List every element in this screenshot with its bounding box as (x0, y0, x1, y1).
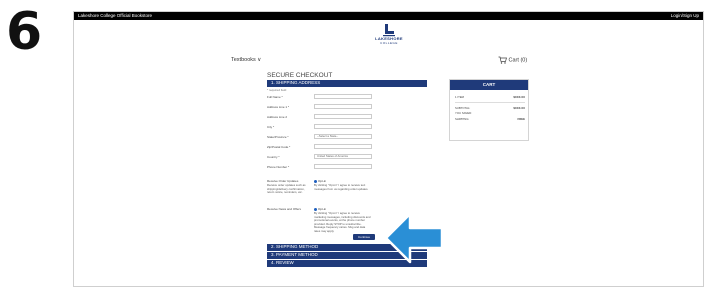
cart-row-items: 1 ITEM $XXX.XX (455, 95, 525, 99)
login-link[interactable]: Login/Sign Up (671, 12, 699, 20)
college-logo[interactable]: LAKESHORE COLLEGE (369, 23, 409, 45)
browser-frame: Lakeshore College Official Bookstore Log… (73, 11, 704, 287)
cart-row-saved: YOU SAVED: (455, 111, 525, 115)
store-name[interactable]: Lakeshore College Official Bookstore (78, 12, 152, 20)
section-shipping-address[interactable]: 1. SHIPPING ADDRESS (267, 80, 427, 87)
logo-sub: COLLEGE (380, 40, 398, 45)
cart-row-label: SUBTOTAL: (455, 106, 471, 110)
continue-button[interactable]: Continue (353, 234, 375, 240)
required-note: * required field (267, 88, 287, 92)
address-line-1-input[interactable] (314, 104, 372, 109)
order-updates-desc: By clicking "Opt-in" I agree to receive … (314, 183, 369, 191)
full-name-input[interactable] (314, 94, 372, 99)
field-label-address-1: Address Line 1 * (267, 105, 290, 109)
cart-title: CART (450, 80, 528, 90)
field-label-state: State/Province * (267, 135, 289, 139)
cart-divider (455, 102, 525, 103)
field-label-phone: Phone Number * (267, 165, 290, 169)
cart-row-label: SHIPPING: (455, 117, 470, 121)
field-label-full-name: Full Name * (267, 95, 283, 99)
country-select[interactable]: United States of America (314, 154, 372, 159)
cart-link-label: Cart (0) (508, 57, 528, 64)
phone-input[interactable] (314, 164, 372, 169)
state-select[interactable]: --Select a State-- (314, 134, 372, 139)
order-updates-side-desc: Receive order updates such as shipping/d… (267, 183, 306, 195)
step-number: 6 (6, 2, 43, 62)
city-input[interactable] (314, 124, 372, 129)
zip-input[interactable] (314, 144, 372, 149)
cart-row-subtotal: SUBTOTAL: $XXX.XX (455, 106, 525, 110)
cart-icon (498, 56, 507, 64)
cart-row-value: FREE (517, 117, 525, 121)
cart-row-shipping: SHIPPING: FREE (455, 117, 525, 121)
field-label-zip: Zip/Postal Code * (267, 145, 291, 149)
news-offers-desc: By clicking "Opt-in" I agree to receive … (314, 211, 371, 233)
cart-row-label: YOU SAVED: (455, 111, 472, 115)
field-label-city: City * (267, 125, 275, 129)
address-line-2-input[interactable] (314, 114, 372, 119)
top-bar: Lakeshore College Official Bookstore Log… (74, 12, 703, 20)
field-label-address-2: Address Line 2 (267, 115, 288, 119)
news-offers-label: Receive News and Offers (267, 207, 301, 211)
cart-row-value: $XXX.XX (513, 106, 525, 110)
arrow-left-icon (384, 212, 444, 264)
field-label-country: Country * (267, 155, 280, 159)
cart-summary-panel: CART 1 ITEM $XXX.XX SUBTOTAL: $XXX.XX YO… (449, 79, 529, 141)
cart-row-value: $XXX.XX (513, 95, 525, 99)
logo-icon (383, 24, 395, 37)
cart-link[interactable]: Cart (0) (498, 56, 527, 64)
textbooks-menu[interactable]: Textbooks ∨ (231, 57, 261, 63)
checkout-title: SECURE CHECKOUT (267, 72, 333, 79)
cart-row-label: 1 ITEM (455, 95, 465, 99)
